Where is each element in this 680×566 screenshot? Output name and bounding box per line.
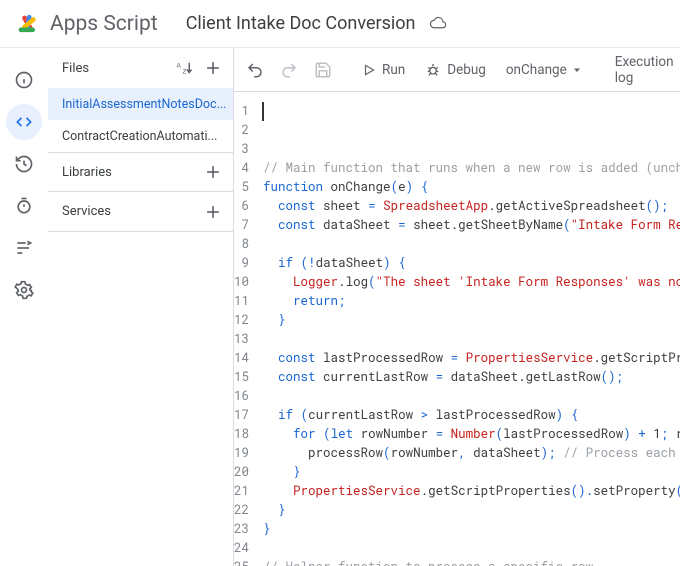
code-line[interactable]: for (let rowNumber = Number(lastProcesse… xyxy=(263,425,680,444)
line-number: 8 xyxy=(234,235,249,254)
file-item[interactable]: InitialAssessmentNotesDoc... xyxy=(48,88,233,120)
undo-icon[interactable] xyxy=(240,55,270,85)
redo-icon[interactable] xyxy=(274,55,304,85)
line-number: 4 xyxy=(234,159,249,178)
code-line[interactable] xyxy=(263,387,680,406)
cursor-indicator xyxy=(262,102,264,121)
product-name: Apps Script xyxy=(50,12,158,36)
code-line[interactable]: const sheet = SpreadsheetApp.getActiveSp… xyxy=(263,197,680,216)
code-line[interactable]: PropertiesService.getScriptProperties().… xyxy=(263,482,680,501)
line-number: 11 xyxy=(234,292,249,311)
rail-overview-icon[interactable] xyxy=(6,62,42,98)
code-line[interactable] xyxy=(263,539,680,558)
function-selector[interactable]: onChange xyxy=(498,55,591,85)
line-number: 20 xyxy=(234,463,249,482)
services-header: Services xyxy=(48,192,233,232)
code-line[interactable]: if (currentLastRow > lastProcessedRow) { xyxy=(263,406,680,425)
line-gutter: 1234567891011121314151617181920212223242… xyxy=(234,102,263,566)
file-list: InitialAssessmentNotesDoc...ContractCrea… xyxy=(48,88,233,152)
chevron-down-icon xyxy=(571,64,583,76)
rail-editor-icon[interactable] xyxy=(6,104,42,140)
add-service-icon[interactable] xyxy=(203,202,223,222)
add-library-icon[interactable] xyxy=(203,162,223,182)
code-line[interactable]: } xyxy=(263,520,680,539)
code-line[interactable]: } xyxy=(263,501,680,520)
svg-text:Z: Z xyxy=(183,67,187,75)
line-number: 14 xyxy=(234,349,249,368)
rail-triggers-icon[interactable] xyxy=(6,188,42,224)
code-area[interactable]: // Main function that runs when a new ro… xyxy=(263,102,680,566)
left-rail xyxy=(0,48,48,566)
run-button[interactable]: Run xyxy=(354,55,413,85)
line-number: 5 xyxy=(234,178,249,197)
line-number: 15 xyxy=(234,368,249,387)
line-number: 17 xyxy=(234,406,249,425)
execution-log-label: Execution log xyxy=(615,54,674,86)
debug-button[interactable]: Debug xyxy=(417,55,494,85)
line-number: 25 xyxy=(234,558,249,566)
line-number: 9 xyxy=(234,254,249,273)
editor-toolbar: Run Debug onChange Execution log xyxy=(234,48,680,92)
code-line[interactable]: function onChange(e) { xyxy=(263,178,680,197)
libraries-label: Libraries xyxy=(62,165,112,180)
code-line[interactable]: const lastProcessedRow = PropertiesServi… xyxy=(263,349,680,368)
save-icon[interactable] xyxy=(308,55,338,85)
code-line[interactable] xyxy=(263,235,680,254)
line-number: 10 xyxy=(234,273,249,292)
sidebar: Files AZ InitialAssessmentNotesDoc...Con… xyxy=(48,48,234,566)
files-label: Files xyxy=(62,61,89,76)
line-number: 21 xyxy=(234,482,249,501)
main-panel: Run Debug onChange Execution log 1234567… xyxy=(234,48,680,566)
code-line[interactable]: const dataSheet = sheet.getSheetByName("… xyxy=(263,216,680,235)
line-number: 22 xyxy=(234,501,249,520)
line-number: 23 xyxy=(234,520,249,539)
app-header: Apps Script Client Intake Doc Conversion xyxy=(0,0,680,48)
line-number: 12 xyxy=(234,311,249,330)
code-line[interactable]: return; xyxy=(263,292,680,311)
code-line[interactable]: const currentLastRow = dataSheet.getLast… xyxy=(263,368,680,387)
line-number: 13 xyxy=(234,330,249,349)
code-line[interactable]: // Helper function to process a specific… xyxy=(263,558,680,566)
svg-text:A: A xyxy=(177,61,182,69)
code-line[interactable]: } xyxy=(263,311,680,330)
code-line[interactable]: processRow(rowNumber, dataSheet); // Pro… xyxy=(263,444,680,463)
rail-settings-icon[interactable] xyxy=(6,272,42,308)
line-number: 1 xyxy=(234,102,249,121)
code-line[interactable]: } xyxy=(263,463,680,482)
line-number: 7 xyxy=(234,216,249,235)
run-label: Run xyxy=(382,62,405,78)
line-number: 18 xyxy=(234,425,249,444)
line-number: 24 xyxy=(234,539,249,558)
line-number: 3 xyxy=(234,140,249,159)
line-number: 6 xyxy=(234,197,249,216)
execution-log-button[interactable]: Execution log xyxy=(607,55,680,85)
rail-history-icon[interactable] xyxy=(6,146,42,182)
libraries-header: Libraries xyxy=(48,152,233,192)
add-file-icon[interactable] xyxy=(203,58,223,78)
project-title[interactable]: Client Intake Doc Conversion xyxy=(186,13,416,34)
file-item[interactable]: ContractCreationAutomati... xyxy=(48,120,233,152)
services-label: Services xyxy=(62,204,111,219)
files-header: Files AZ xyxy=(48,48,233,88)
code-line[interactable]: Logger.log("The sheet 'Intake Form Respo… xyxy=(263,273,680,292)
code-line[interactable] xyxy=(263,330,680,349)
function-selected: onChange xyxy=(506,62,567,78)
rail-executions-icon[interactable] xyxy=(6,230,42,266)
sort-az-icon[interactable]: AZ xyxy=(175,59,193,77)
apps-script-logo-icon xyxy=(14,10,42,38)
code-line[interactable]: if (!dataSheet) { xyxy=(263,254,680,273)
debug-label: Debug xyxy=(447,62,486,78)
line-number: 19 xyxy=(234,444,249,463)
code-line[interactable]: // Main function that runs when a new ro… xyxy=(263,159,680,178)
cloud-status-icon[interactable] xyxy=(429,15,447,33)
line-number: 2 xyxy=(234,121,249,140)
line-number: 16 xyxy=(234,387,249,406)
code-editor[interactable]: 1234567891011121314151617181920212223242… xyxy=(234,92,680,566)
